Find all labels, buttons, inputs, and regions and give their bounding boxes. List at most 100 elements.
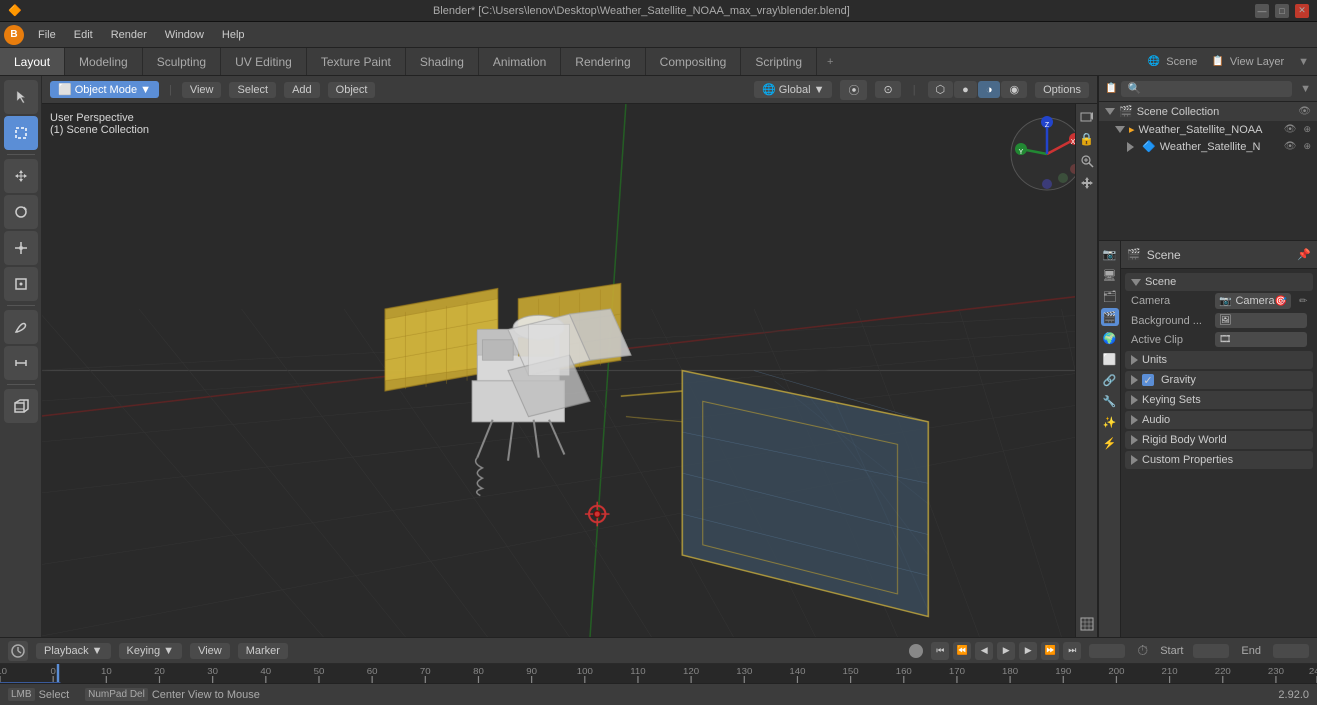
minimize-button[interactable]: — [1255, 4, 1269, 18]
maximize-button[interactable]: □ [1275, 4, 1289, 18]
props-tab-render[interactable]: 📷 [1101, 245, 1119, 263]
close-button[interactable]: ✕ [1295, 4, 1309, 18]
tool-cursor[interactable] [4, 80, 38, 114]
props-tab-object[interactable]: ⬜ [1101, 350, 1119, 368]
collection-visibility[interactable]: 👁 [1298, 106, 1311, 117]
props-tab-output[interactable]: 🖥 [1101, 266, 1119, 284]
props-tab-physics[interactable]: ⚡ [1101, 434, 1119, 452]
material-btn[interactable]: ◑ [978, 81, 1001, 98]
keying-menu[interactable]: Keying ▼ [119, 643, 183, 659]
viewport-lock-icon[interactable]: 🔒 [1078, 130, 1096, 148]
tool-annotate[interactable] [4, 310, 38, 344]
viewport-canvas[interactable]: User Perspective (1) Scene Collection X … [42, 104, 1097, 637]
camera-picker[interactable]: 🎯 [1275, 296, 1287, 307]
menu-edit[interactable]: Edit [66, 27, 101, 43]
item1-restrict[interactable]: ⊕ [1303, 141, 1311, 152]
outliner-search[interactable] [1121, 81, 1292, 97]
tab-shading[interactable]: Shading [406, 48, 479, 75]
options-btn[interactable]: Options [1035, 82, 1089, 98]
custom-props-header[interactable]: Custom Properties [1125, 451, 1313, 469]
units-section-header[interactable]: Units [1125, 351, 1313, 369]
play-btn[interactable]: ▶ [997, 642, 1015, 660]
rendered-btn[interactable]: ◉ [1001, 81, 1027, 98]
next-frame-btn[interactable]: ▶ [1019, 642, 1037, 660]
menu-render[interactable]: Render [103, 27, 155, 43]
viewport-pan-icon[interactable] [1078, 174, 1096, 192]
menu-help[interactable]: Help [214, 27, 253, 43]
tool-rotate[interactable] [4, 195, 38, 229]
tab-sculpting[interactable]: Sculpting [143, 48, 221, 75]
gravity-checkbox[interactable]: ✓ [1142, 374, 1154, 386]
prev-frame-btn[interactable]: ◀ [975, 642, 993, 660]
end-frame[interactable]: 250 [1273, 644, 1309, 658]
active-clip-field[interactable]: 🎞 [1215, 332, 1307, 347]
props-tab-scene[interactable]: 🎬 [1101, 308, 1119, 326]
scene-collection-row[interactable]: 🎬 Scene Collection 👁 [1099, 102, 1317, 121]
jump-start-btn[interactable]: ⏮ [931, 642, 949, 660]
scene-section-header[interactable]: Scene [1125, 273, 1313, 291]
timeline-body[interactable]: -10 0 10 20 30 40 50 60 70 80 [0, 664, 1317, 683]
proportional-edit[interactable]: ⊙ [875, 81, 900, 98]
item0-restrict[interactable]: ⊕ [1303, 124, 1311, 135]
viewport-grid-icon[interactable] [1078, 615, 1096, 633]
view-layer-label[interactable]: View Layer [1230, 56, 1284, 68]
rigid-body-header[interactable]: Rigid Body World [1125, 431, 1313, 449]
tool-transform[interactable] [4, 267, 38, 301]
viewport[interactable]: ⬜ Object Mode ▼ | View Select Add Object… [42, 76, 1097, 637]
view-menu[interactable]: View [190, 643, 230, 659]
jump-end-btn[interactable]: ⏭ [1063, 642, 1081, 660]
keying-sets-header[interactable]: Keying Sets [1125, 391, 1313, 409]
tool-scale[interactable] [4, 231, 38, 265]
timeline-mode-btn[interactable] [8, 641, 28, 661]
tool-measure[interactable] [4, 346, 38, 380]
tool-move[interactable] [4, 159, 38, 193]
menu-window[interactable]: Window [157, 27, 212, 43]
camera-edit[interactable]: ✏ [1299, 296, 1307, 307]
blender-logo[interactable]: B [4, 25, 24, 45]
vp-view-menu[interactable]: View [182, 82, 222, 98]
transform-global[interactable]: 🌐 Global ▼ [754, 81, 832, 98]
tab-modeling[interactable]: Modeling [65, 48, 143, 75]
tool-select[interactable] [4, 116, 38, 150]
tab-rendering[interactable]: Rendering [561, 48, 645, 75]
tab-compositing[interactable]: Compositing [646, 48, 742, 75]
outliner-item-0[interactable]: ▸ Weather_Satellite_NOAA 👁 ⊕ [1099, 121, 1317, 138]
tab-uv-editing[interactable]: UV Editing [221, 48, 307, 75]
tab-add-button[interactable]: + [817, 48, 843, 75]
outliner-filter-icon[interactable]: ▼ [1300, 83, 1311, 95]
viewport-camera-icon[interactable] [1078, 108, 1096, 126]
props-tab-view-layer[interactable]: 🗂 [1101, 287, 1119, 305]
camera-field[interactable]: 📷 Camera 🎯 [1215, 293, 1291, 309]
viewport-zoom-icon[interactable] [1078, 152, 1096, 170]
next-keyframe-btn[interactable]: ⏩ [1041, 642, 1059, 660]
vp-select-menu[interactable]: Select [229, 82, 276, 98]
vp-add-menu[interactable]: Add [284, 82, 320, 98]
outliner-item-1[interactable]: 🔷 Weather_Satellite_N 👁 ⊕ [1099, 138, 1317, 155]
snap-button[interactable]: ⦿ [840, 80, 867, 100]
wireframe-btn[interactable]: ⬡ [928, 81, 954, 98]
start-frame[interactable]: 1 [1193, 644, 1229, 658]
vp-object-menu[interactable]: Object [328, 82, 376, 98]
props-tab-constraints[interactable]: 🔗 [1101, 371, 1119, 389]
menu-file[interactable]: File [30, 27, 64, 43]
tab-scripting[interactable]: Scripting [741, 48, 817, 75]
solid-btn[interactable]: ● [954, 81, 977, 98]
prev-keyframe-btn[interactable]: ⏪ [953, 642, 971, 660]
item0-eye[interactable]: 👁 [1284, 124, 1297, 135]
tab-texture-paint[interactable]: Texture Paint [307, 48, 406, 75]
props-pin[interactable]: 📌 [1297, 248, 1311, 261]
background-field[interactable]: 🖼 [1215, 313, 1307, 328]
props-tab-world[interactable]: 🌍 [1101, 329, 1119, 347]
marker-menu[interactable]: Marker [238, 643, 288, 659]
item1-eye[interactable]: 👁 [1284, 141, 1297, 152]
tab-animation[interactable]: Animation [479, 48, 561, 75]
tab-layout[interactable]: Layout [0, 48, 65, 75]
mode-select[interactable]: ⬜ Object Mode ▼ [50, 81, 159, 98]
tool-add-cube[interactable] [4, 389, 38, 423]
current-frame[interactable]: 1 [1089, 644, 1125, 658]
header-filter-icon[interactable]: ▼ [1298, 56, 1309, 68]
gravity-section-header[interactable]: ✓ Gravity [1125, 371, 1313, 389]
scene-label[interactable]: Scene [1166, 56, 1197, 68]
keyframe-dot[interactable] [909, 644, 923, 658]
props-tab-modifiers[interactable]: 🔧 [1101, 392, 1119, 410]
